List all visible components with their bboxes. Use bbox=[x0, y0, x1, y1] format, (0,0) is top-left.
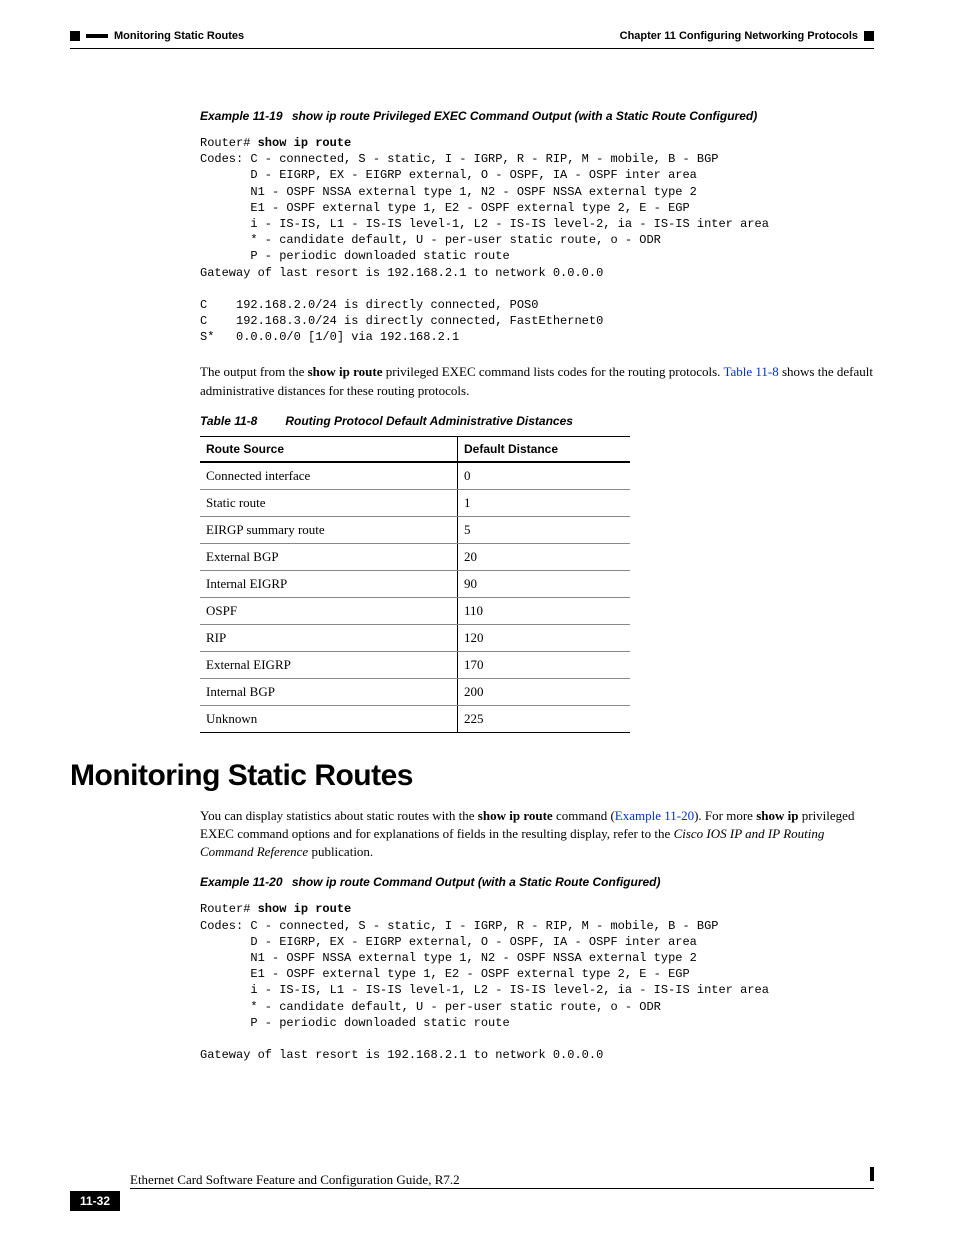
route-source-cell: Internal EIGRP bbox=[200, 570, 458, 597]
route-source-cell: Static route bbox=[200, 489, 458, 516]
cli-body: Codes: C - connected, S - static, I - IG… bbox=[200, 152, 769, 344]
table-11-8-caption: Table 11-8Routing Protocol Default Admin… bbox=[200, 414, 874, 428]
table-title: Routing Protocol Default Administrative … bbox=[285, 414, 573, 428]
page-footer: Ethernet Card Software Feature and Confi… bbox=[70, 1172, 874, 1211]
table-row: External EIGRP170 bbox=[200, 651, 630, 678]
example-11-20-output: Router# show ip route Codes: C - connect… bbox=[200, 901, 874, 1063]
section-heading: Monitoring Static Routes bbox=[70, 759, 874, 793]
default-distance-cell: 120 bbox=[458, 624, 631, 651]
example-11-19-output: Router# show ip route Codes: C - connect… bbox=[200, 135, 874, 345]
default-distance-cell: 110 bbox=[458, 597, 631, 624]
route-source-cell: Unknown bbox=[200, 705, 458, 732]
paragraph-monitoring-intro: You can display statistics about static … bbox=[200, 807, 874, 862]
example-title-text: show ip route Command Output (with a Sta… bbox=[292, 875, 661, 889]
table-11-8-link[interactable]: Table 11-8 bbox=[723, 364, 778, 379]
table-row: Internal BGP200 bbox=[200, 678, 630, 705]
example-11-19-caption: Example 11-19 show ip route Privileged E… bbox=[200, 109, 874, 123]
page-header: Monitoring Static Routes Chapter 11 Conf… bbox=[70, 30, 874, 42]
default-distance-cell: 90 bbox=[458, 570, 631, 597]
table-row: External BGP20 bbox=[200, 543, 630, 570]
cli-prompt: Router# bbox=[200, 902, 258, 916]
route-source-cell: Internal BGP bbox=[200, 678, 458, 705]
administrative-distances-table: Route Source Default Distance Connected … bbox=[200, 436, 630, 733]
header-rule bbox=[70, 48, 874, 49]
table-header-route-source: Route Source bbox=[200, 436, 458, 462]
header-left-bar-icon bbox=[86, 34, 108, 38]
cli-command: show ip route bbox=[258, 136, 352, 150]
footer-guide-title: Ethernet Card Software Feature and Confi… bbox=[130, 1172, 874, 1188]
default-distance-cell: 1 bbox=[458, 489, 631, 516]
route-source-cell: EIRGP summary route bbox=[200, 516, 458, 543]
route-source-cell: RIP bbox=[200, 624, 458, 651]
table-row: Static route1 bbox=[200, 489, 630, 516]
table-row: EIRGP summary route5 bbox=[200, 516, 630, 543]
header-left-marker-icon bbox=[70, 31, 80, 41]
header-chapter-label: Chapter 11 Configuring Networking Protoc… bbox=[620, 30, 858, 42]
default-distance-cell: 0 bbox=[458, 462, 631, 490]
footer-rule bbox=[130, 1188, 874, 1189]
table-row: Connected interface0 bbox=[200, 462, 630, 490]
table-row: Internal EIGRP90 bbox=[200, 570, 630, 597]
route-source-cell: Connected interface bbox=[200, 462, 458, 490]
default-distance-cell: 5 bbox=[458, 516, 631, 543]
route-source-cell: External BGP bbox=[200, 543, 458, 570]
header-right-marker-icon bbox=[864, 31, 874, 41]
table-row: RIP120 bbox=[200, 624, 630, 651]
table-row: OSPF110 bbox=[200, 597, 630, 624]
example-number: Example 11-19 bbox=[200, 109, 289, 123]
cli-body: Codes: C - connected, S - static, I - IG… bbox=[200, 919, 769, 1063]
cli-prompt: Router# bbox=[200, 136, 258, 150]
default-distance-cell: 20 bbox=[458, 543, 631, 570]
route-source-cell: OSPF bbox=[200, 597, 458, 624]
route-source-cell: External EIGRP bbox=[200, 651, 458, 678]
table-header-default-distance: Default Distance bbox=[458, 436, 631, 462]
default-distance-cell: 200 bbox=[458, 678, 631, 705]
paragraph-after-example-19: The output from the show ip route privil… bbox=[200, 363, 874, 399]
default-distance-cell: 170 bbox=[458, 651, 631, 678]
example-number: Example 11-20 bbox=[200, 875, 289, 889]
default-distance-cell: 225 bbox=[458, 705, 631, 732]
cli-command: show ip route bbox=[258, 902, 352, 916]
header-section-label: Monitoring Static Routes bbox=[114, 30, 244, 42]
example-title-text: show ip route Privileged EXEC Command Ou… bbox=[292, 109, 757, 123]
example-11-20-caption: Example 11-20 show ip route Command Outp… bbox=[200, 875, 874, 889]
page-number: 11-32 bbox=[70, 1191, 120, 1211]
example-11-20-link[interactable]: Example 11-20 bbox=[615, 808, 694, 823]
table-row: Unknown225 bbox=[200, 705, 630, 732]
table-number: Table 11-8 bbox=[200, 414, 285, 428]
